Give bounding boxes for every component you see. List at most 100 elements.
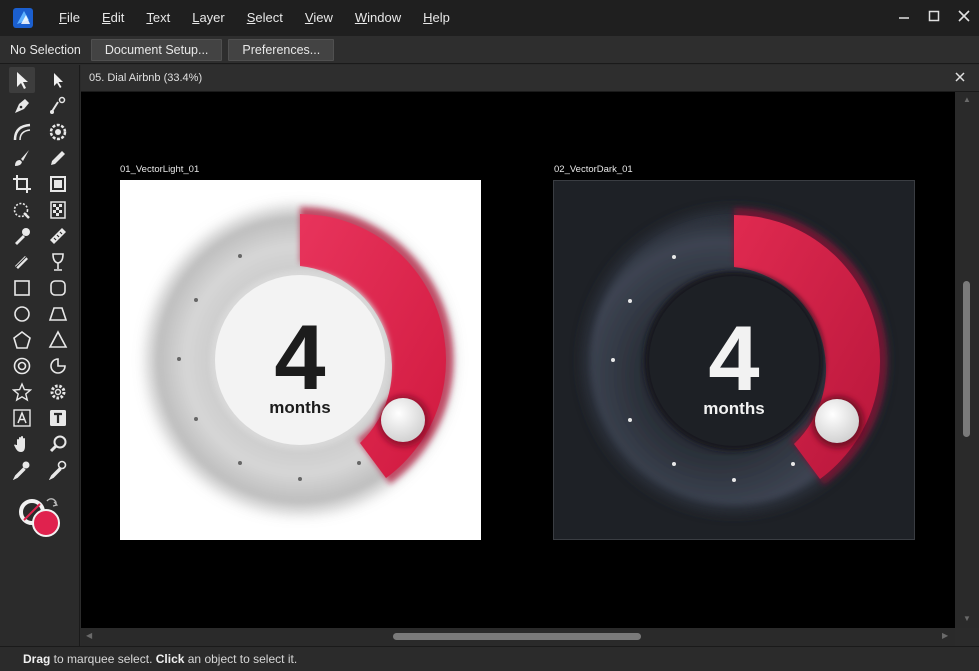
- document-tab[interactable]: 05. Dial Airbnb (33.4%): [81, 65, 979, 92]
- zoom-tool[interactable]: [45, 431, 71, 457]
- eyedropper-tool[interactable]: [45, 457, 71, 483]
- artboard-light[interactable]: 4 months: [120, 180, 481, 540]
- status-bar: Drag to marquee select. Click an object …: [0, 646, 979, 671]
- artboard-label-dark[interactable]: 02_VectorDark_01: [554, 164, 633, 175]
- context-toolbar: No Selection Document Setup... Preferenc…: [0, 36, 979, 64]
- color-picker-icon: [15, 228, 30, 245]
- maximize-button[interactable]: [919, 0, 949, 32]
- dial-light-unit: months: [269, 398, 331, 417]
- cog-tool[interactable]: [45, 379, 71, 405]
- fill-tool[interactable]: [9, 223, 35, 249]
- pie-tool[interactable]: [45, 353, 71, 379]
- node-tool[interactable]: [45, 67, 71, 93]
- status-click-word: Click: [155, 652, 185, 666]
- menu-help[interactable]: Help: [412, 0, 461, 36]
- menu-window[interactable]: Window: [344, 0, 412, 36]
- selection-brush-icon: [13, 202, 30, 219]
- close-document-icon[interactable]: [953, 70, 967, 84]
- target-gear-icon: [49, 123, 67, 141]
- status-text-1: to marquee select.: [50, 652, 156, 666]
- menu-edit[interactable]: Edit: [91, 0, 135, 36]
- status-text-2: an object to select it.: [184, 652, 298, 666]
- dial-light-value: 4: [274, 307, 326, 409]
- transparency-icon: [50, 201, 66, 219]
- wine-glass-icon: [52, 253, 64, 271]
- gradient-tool[interactable]: [9, 249, 35, 275]
- scroll-left-icon[interactable]: ◀: [86, 631, 92, 640]
- crop-tool[interactable]: [9, 171, 35, 197]
- selection-label: No Selection: [10, 42, 81, 57]
- crop-icon: [13, 175, 31, 193]
- scroll-right-icon[interactable]: ▶: [942, 631, 948, 640]
- document-setup-button[interactable]: Document Setup...: [90, 38, 223, 61]
- artboard-dark[interactable]: 4 months: [553, 180, 915, 540]
- view-tool[interactable]: [9, 431, 35, 457]
- pentagon-icon: [13, 331, 31, 349]
- menu-view[interactable]: View: [294, 0, 344, 36]
- artistic-text-tool[interactable]: [45, 405, 71, 431]
- tools-panel: [0, 65, 80, 648]
- affinity-designer-logo-icon[interactable]: [12, 7, 34, 29]
- triangle-icon: [48, 330, 68, 348]
- horizontal-scroll-thumb[interactable]: [393, 633, 641, 640]
- scroll-up-icon[interactable]: ▲: [963, 95, 971, 104]
- horizontal-scrollbar[interactable]: ◀ ▶: [81, 628, 955, 646]
- color-picker-tool[interactable]: [9, 457, 35, 483]
- scroll-down-icon[interactable]: ▼: [963, 614, 971, 623]
- minimize-button[interactable]: [889, 0, 919, 32]
- maximize-icon: [928, 10, 940, 22]
- menu-file[interactable]: File: [48, 0, 91, 36]
- artboard-label-light[interactable]: 01_VectorLight_01: [120, 164, 199, 175]
- canvas[interactable]: 01_VectorLight_01 4 months 02_VectorDark…: [81, 92, 955, 628]
- menu-layer[interactable]: Layer: [181, 0, 236, 36]
- artboard-tool[interactable]: [45, 171, 71, 197]
- star-tool[interactable]: [9, 379, 35, 405]
- preferences-button[interactable]: Preferences...: [228, 38, 335, 61]
- menu-text[interactable]: Text: [135, 0, 181, 36]
- dial-dark-value: 4: [708, 308, 760, 410]
- eyedropper-icon: [48, 460, 67, 480]
- minimize-icon: [899, 17, 909, 19]
- triangle-tool[interactable]: [45, 327, 71, 353]
- move-tool[interactable]: [9, 67, 35, 93]
- donut-icon: [13, 357, 31, 375]
- rectangle-tool[interactable]: [9, 275, 35, 301]
- corner-icon: [13, 123, 31, 141]
- move-arrow-icon: [17, 72, 28, 89]
- transparency-tool[interactable]: [45, 197, 71, 223]
- rectangle-icon: [14, 280, 30, 296]
- gear-icon: [50, 384, 66, 400]
- point-transform-tool[interactable]: [45, 119, 71, 145]
- pen-icon: [15, 99, 29, 113]
- fill-stroke-colour-wells[interactable]: [14, 495, 64, 541]
- pen-tool[interactable]: [9, 93, 35, 119]
- frame-text-tool[interactable]: [9, 405, 35, 431]
- status-drag-word: Drag: [23, 652, 51, 666]
- ellipse-tool[interactable]: [9, 301, 35, 327]
- ruler-icon: [50, 228, 66, 244]
- artboard-icon: [50, 176, 66, 192]
- vertical-scrollbar[interactable]: ▲ ▼: [955, 92, 979, 628]
- pencil-node-tool[interactable]: [45, 93, 71, 119]
- transparency-glass-tool[interactable]: [45, 249, 71, 275]
- paint-brush-tool[interactable]: [9, 145, 35, 171]
- corner-tool[interactable]: [9, 119, 35, 145]
- close-window-button[interactable]: [949, 0, 979, 32]
- menu-bar: File Edit Text Layer Select View Window …: [0, 0, 979, 36]
- menu-select[interactable]: Select: [236, 0, 294, 36]
- affinity-designer-window: File Edit Text Layer Select View Window …: [0, 0, 979, 671]
- selection-brush-tool[interactable]: [9, 197, 35, 223]
- document-title: 05. Dial Airbnb (33.4%): [89, 72, 203, 84]
- magnifier-icon: [49, 435, 67, 453]
- rounded-rectangle-tool[interactable]: [45, 275, 71, 301]
- polygon-tool[interactable]: [9, 327, 35, 353]
- measure-tool[interactable]: [45, 223, 71, 249]
- ellipse-icon: [14, 306, 30, 322]
- pen-node-icon: [50, 96, 66, 114]
- trapezoid-tool[interactable]: [45, 301, 71, 327]
- pencil-tool[interactable]: [45, 145, 71, 171]
- eyedropper-icon: [12, 461, 30, 480]
- trapezoid-icon: [48, 307, 68, 321]
- donut-tool[interactable]: [9, 353, 35, 379]
- vertical-scroll-thumb[interactable]: [963, 281, 970, 437]
